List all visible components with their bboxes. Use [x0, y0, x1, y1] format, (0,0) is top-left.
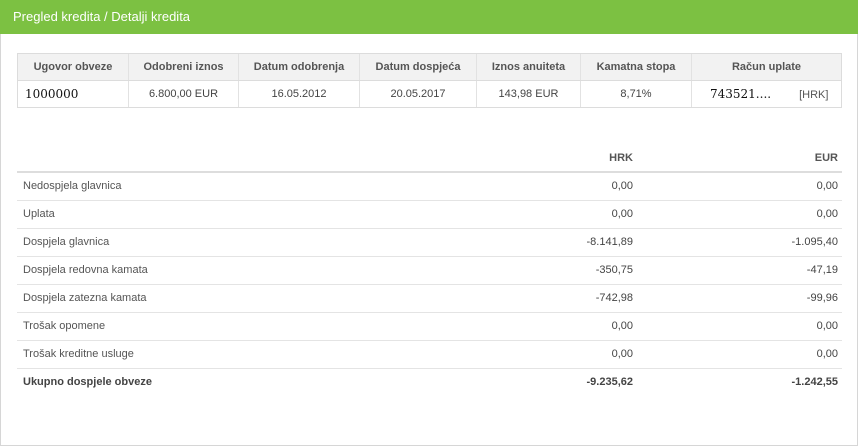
interest-rate: 8,71%: [580, 80, 692, 108]
details-header-row: HRK EUR: [17, 144, 842, 173]
row-label: Dospjela redovna kamata: [17, 256, 437, 285]
total-label: Ukupno dospjele obveze: [23, 376, 152, 389]
row-label: Trošak opomene: [17, 312, 437, 341]
annuity-amount: 143,98 EUR: [476, 80, 581, 108]
row-label: Trošak kreditne usluge: [17, 340, 437, 369]
table-row: Dospjela glavnica -8.141,89 -1.095,40: [17, 228, 842, 257]
row-value-eur: 0,00: [637, 200, 842, 229]
col-header-interest-rate: Kamatna stopa: [580, 53, 692, 81]
table-row: Nedospjela glavnica 0,00 0,00: [17, 172, 842, 201]
loan-summary-table: Ugovor obveze Odobreni iznos Datum odobr…: [17, 53, 842, 108]
row-value-hrk: -350,75: [437, 256, 637, 285]
contract-number: 1000000: [17, 80, 129, 108]
due-date: 20.05.2017: [359, 80, 477, 108]
payment-account-number: 743521....: [710, 87, 772, 101]
page-header: Pregled kredita / Detalji kredita: [0, 0, 858, 34]
col-header-annuity: Iznos anuiteta: [476, 53, 581, 81]
payment-account-currency: [HRK]: [799, 89, 829, 101]
row-label: Dospjela zatezna kamata: [17, 284, 437, 313]
approval-date: 16.05.2012: [238, 80, 360, 108]
col-header-due-date: Datum dospjeća: [359, 53, 477, 81]
table-row: Trošak kreditne usluge 0,00 0,00: [17, 340, 842, 369]
col-header-contract: Ugovor obveze: [17, 53, 129, 81]
row-value-eur: -99,96: [637, 284, 842, 313]
row-value-eur: 0,00: [637, 340, 842, 369]
row-label: Nedospjela glavnica: [17, 172, 437, 201]
row-value-hrk: -8.141,89: [437, 228, 637, 257]
loan-details-table: HRK EUR Nedospjela glavnica 0,00 0,00 Up…: [17, 144, 842, 396]
row-value-hrk: 0,00: [437, 172, 637, 201]
total-row: Ukupno dospjele obveze -9.235,62 -1.242,…: [17, 368, 842, 396]
row-value-eur: -47,19: [637, 256, 842, 285]
col-header-hrk: HRK: [437, 144, 637, 173]
table-row: Uplata 0,00 0,00: [17, 200, 842, 229]
table-row: Dospjela zatezna kamata -742,98 -99,96: [17, 284, 842, 313]
table-row: Trošak opomene 0,00 0,00: [17, 312, 842, 341]
col-header-eur: EUR: [637, 144, 842, 173]
row-value-eur: -1.095,40: [637, 228, 842, 257]
summary-data-row: 1000000 6.800,00 EUR 16.05.2012 20.05.20…: [17, 80, 842, 108]
row-value-hrk: 0,00: [437, 312, 637, 341]
row-label: Dospjela glavnica: [17, 228, 437, 257]
payment-account-cell: 743521.... [HRK]: [691, 80, 842, 108]
row-value-eur: 0,00: [637, 172, 842, 201]
summary-header-row: Ugovor obveze Odobreni iznos Datum odobr…: [17, 53, 842, 81]
col-header-approved-amount: Odobreni iznos: [128, 53, 239, 81]
total-value-eur: -1.242,55: [791, 376, 838, 389]
col-header-approval-date: Datum odobrenja: [238, 53, 360, 81]
total-value-hrk: -9.235,62: [586, 376, 633, 389]
row-value-hrk: 0,00: [437, 340, 637, 369]
col-header-payment-account: Račun uplate: [691, 53, 842, 81]
details-label-header: [17, 144, 437, 173]
table-row: Dospjela redovna kamata -350,75 -47,19: [17, 256, 842, 285]
row-value-hrk: 0,00: [437, 200, 637, 229]
approved-amount: 6.800,00 EUR: [128, 80, 239, 108]
row-value-eur: 0,00: [637, 312, 842, 341]
row-label: Uplata: [17, 200, 437, 229]
page-title: Pregled kredita / Detalji kredita: [13, 9, 191, 24]
row-value-hrk: -742,98: [437, 284, 637, 313]
